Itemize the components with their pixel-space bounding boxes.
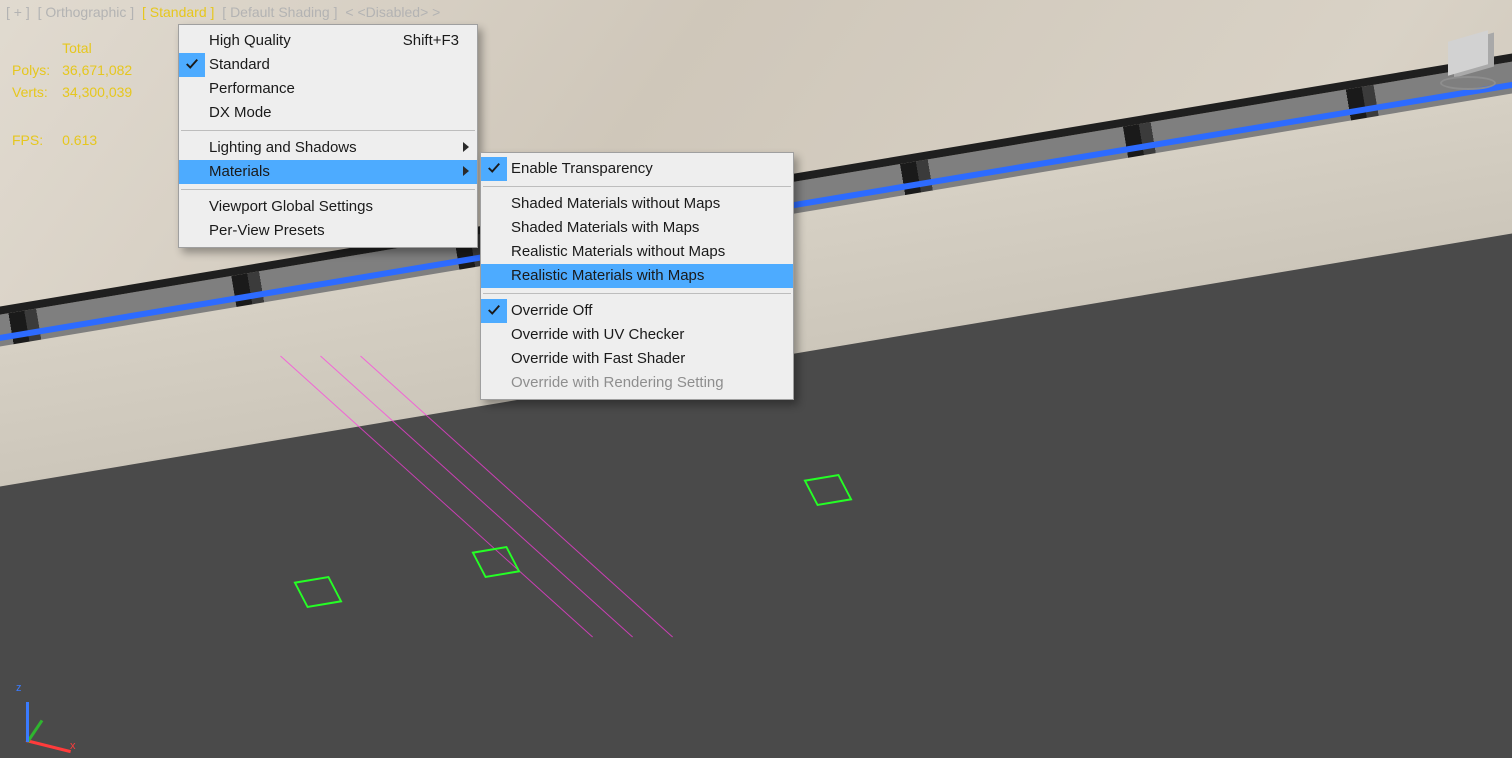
axis-x-label: x — [70, 740, 76, 752]
submenu-arrow-icon — [463, 142, 469, 152]
menu-label: Standard — [209, 53, 270, 77]
stats-total-label: Total — [62, 38, 142, 58]
menu-item-performance[interactable]: Performance — [179, 77, 477, 101]
menu-item-lighting-shadows[interactable]: Lighting and Shadows — [179, 136, 477, 160]
menu-separator — [181, 189, 475, 190]
menu-label: Shaded Materials with Maps — [511, 216, 699, 240]
menu-separator — [181, 130, 475, 131]
menu-item-override-rendering-setting: Override with Rendering Setting — [481, 371, 793, 395]
menu-item-realistic-with-maps[interactable]: Realistic Materials with Maps — [481, 264, 793, 288]
viewport-label-plus[interactable]: [ + ] — [4, 4, 32, 20]
menu-item-dx-mode[interactable]: DX Mode — [179, 101, 477, 125]
menu-label: Per-View Presets — [209, 219, 325, 243]
menu-label: Realistic Materials without Maps — [511, 240, 725, 264]
materials-submenu[interactable]: Enable Transparency Shaded Materials wit… — [480, 152, 794, 400]
viewport-label-shading-mode[interactable]: [ Standard ] — [140, 4, 216, 20]
check-icon — [185, 57, 199, 71]
menu-item-high-quality[interactable]: High Quality Shift+F3 — [179, 29, 477, 53]
menu-label: Override with Fast Shader — [511, 347, 685, 371]
menu-label: DX Mode — [209, 101, 272, 125]
viewcube[interactable] — [1438, 28, 1500, 90]
check-icon — [487, 303, 501, 317]
stats-fps-value: 0.613 — [62, 130, 142, 150]
menu-label: Performance — [209, 77, 295, 101]
menu-label: Enable Transparency — [511, 157, 653, 181]
menu-item-override-fast-shader[interactable]: Override with Fast Shader — [481, 347, 793, 371]
viewport-stats: Total Polys: 36,671,082 Verts: 34,300,03… — [10, 36, 144, 152]
menu-item-shaded-with-maps[interactable]: Shaded Materials with Maps — [481, 216, 793, 240]
stats-verts-value: 34,300,039 — [62, 82, 142, 102]
axis-gizmo[interactable]: z x — [14, 688, 72, 746]
menu-item-realistic-without-maps[interactable]: Realistic Materials without Maps — [481, 240, 793, 264]
stats-polys-value: 36,671,082 — [62, 60, 142, 80]
stats-verts-label: Verts: — [12, 82, 60, 102]
menu-separator — [483, 186, 791, 187]
menu-shortcut: Shift+F3 — [363, 29, 459, 53]
stats-polys-label: Polys: — [12, 60, 60, 80]
menu-item-viewport-global-settings[interactable]: Viewport Global Settings — [179, 195, 477, 219]
viewport-label-projection[interactable]: [ Orthographic ] — [36, 4, 137, 20]
menu-separator — [483, 293, 791, 294]
axis-z-label: z — [16, 682, 22, 694]
menu-item-standard[interactable]: Standard — [179, 53, 477, 77]
menu-item-override-uv-checker[interactable]: Override with UV Checker — [481, 323, 793, 347]
menu-label: Lighting and Shadows — [209, 136, 357, 160]
menu-item-materials[interactable]: Materials — [179, 160, 477, 184]
menu-label: Materials — [209, 160, 270, 184]
viewport-label-disabled[interactable]: < <Disabled> > — [343, 4, 442, 20]
menu-label: Override Off — [511, 299, 592, 323]
viewport-shading-menu[interactable]: High Quality Shift+F3 Standard Performan… — [178, 24, 478, 248]
menu-label: Override with UV Checker — [511, 323, 684, 347]
menu-label: Override with Rendering Setting — [511, 371, 724, 395]
menu-item-per-view-presets[interactable]: Per-View Presets — [179, 219, 477, 243]
menu-label: Viewport Global Settings — [209, 195, 373, 219]
menu-label: Realistic Materials with Maps — [511, 264, 704, 288]
menu-item-override-off[interactable]: Override Off — [481, 299, 793, 323]
stats-fps-label: FPS: — [12, 130, 60, 150]
menu-label: High Quality — [209, 29, 291, 53]
menu-item-shaded-without-maps[interactable]: Shaded Materials without Maps — [481, 192, 793, 216]
viewport-label-bar[interactable]: [ + ] [ Orthographic ] [ Standard ] [ De… — [4, 4, 442, 20]
viewport-label-shading-preset[interactable]: [ Default Shading ] — [220, 4, 339, 20]
menu-label: Shaded Materials without Maps — [511, 192, 720, 216]
submenu-arrow-icon — [463, 166, 469, 176]
menu-item-enable-transparency[interactable]: Enable Transparency — [481, 157, 793, 181]
check-icon — [487, 161, 501, 175]
